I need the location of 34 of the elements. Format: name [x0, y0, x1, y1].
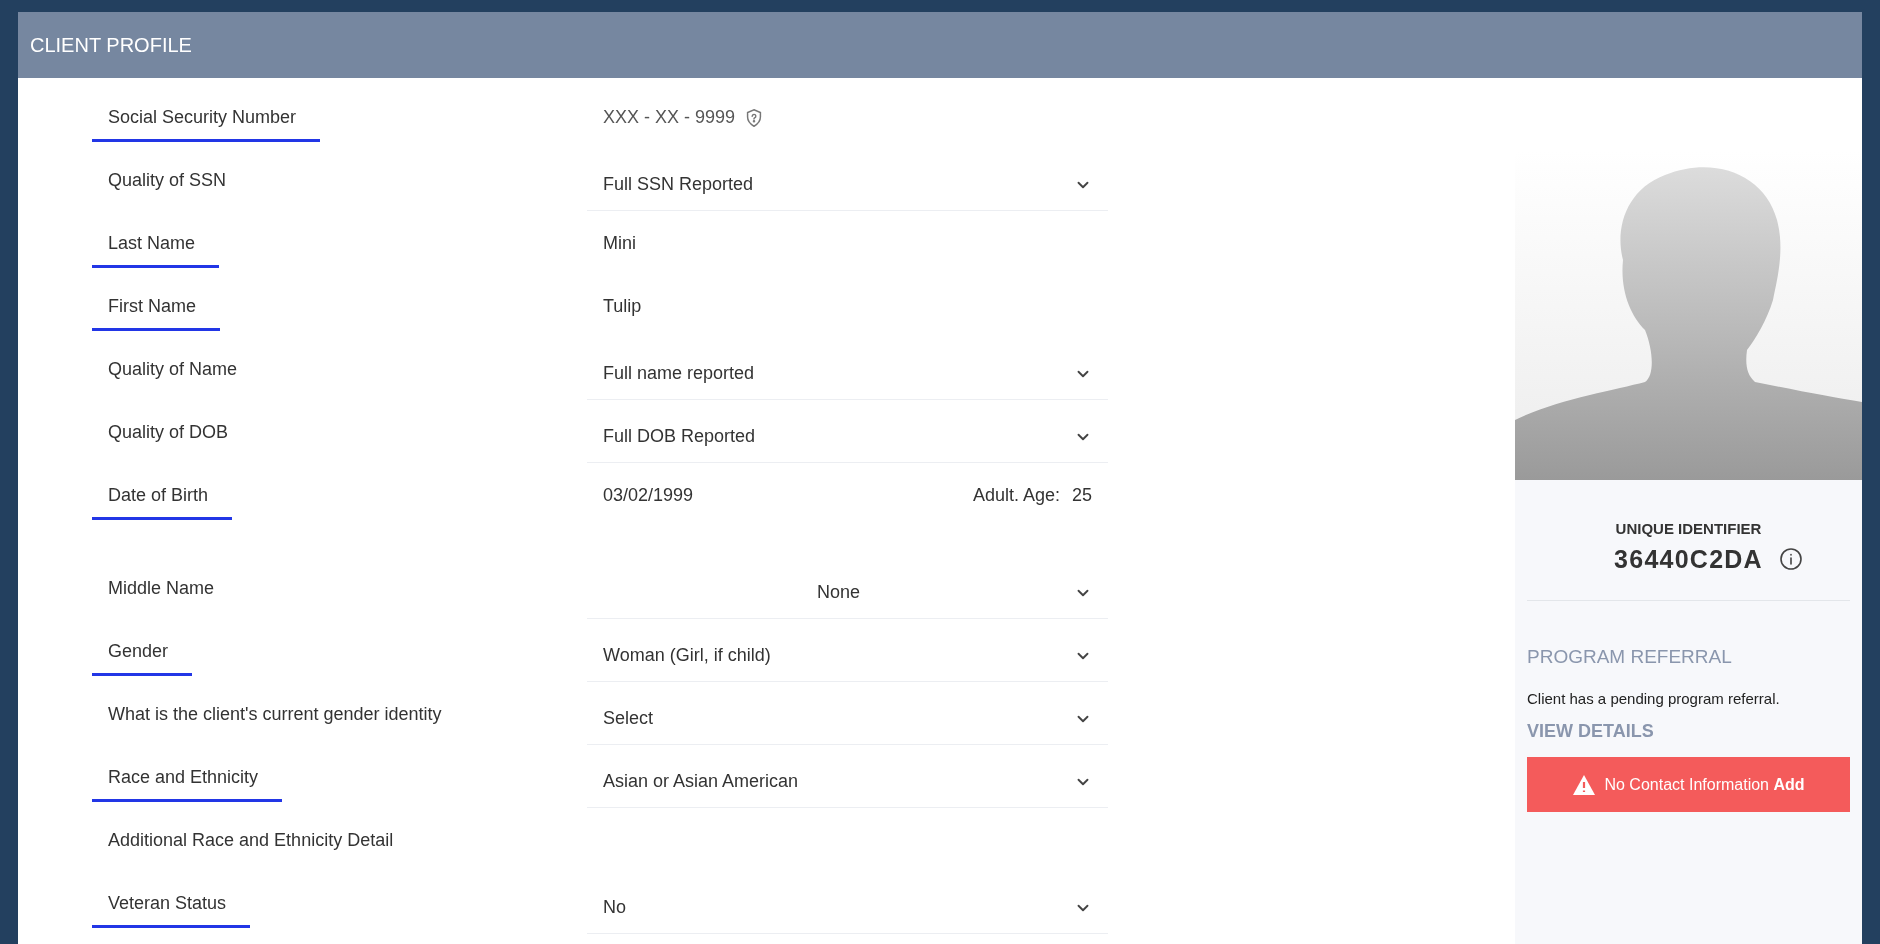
dropdown-field[interactable]: No	[587, 890, 1108, 934]
field-label: What is the client's current gender identity	[107, 703, 443, 726]
identifier-label: UNIQUE IDENTIFIER	[1615, 519, 1762, 539]
field-label: Social Security Number	[92, 104, 321, 142]
field-value: Mini	[602, 233, 637, 253]
field-label: Quality of SSN	[107, 169, 228, 192]
identifier-value: 36440C2DA	[1614, 543, 1763, 575]
field-label: First Name	[92, 293, 220, 331]
field-label: Veteran Status	[92, 890, 251, 928]
warning-icon	[1572, 773, 1597, 796]
dropdown-field[interactable]: Select	[587, 701, 1108, 745]
panel-title: CLIENT PROFILE	[30, 33, 192, 58]
field-label: Middle Name	[107, 577, 216, 600]
dropdown-field[interactable]: Full SSN Reported	[587, 167, 1108, 211]
info-icon[interactable]	[1778, 547, 1803, 572]
dropdown-field[interactable]: Full name reported	[587, 356, 1108, 400]
dropdown-field[interactable]: Woman (Girl, if child)	[587, 638, 1108, 682]
referral-message: Client has a pending program referral.	[1527, 688, 1780, 709]
field-label: Gender	[92, 638, 193, 676]
field-label: Date of Birth	[92, 482, 233, 520]
field-label: Quality of DOB	[107, 421, 230, 444]
section-heading: PROGRAM REFERRAL	[1527, 645, 1732, 669]
date-of-birth-value: 03/02/1999	[603, 484, 694, 507]
field-label: Quality of Name	[107, 358, 239, 381]
field-label: Additional Race and Ethnicity Detail	[107, 829, 395, 852]
field-label: Last Name	[92, 230, 220, 268]
dropdown-field[interactable]: None	[587, 575, 1108, 619]
field-value: Tulip	[602, 296, 643, 316]
age-label: Adult. Age:	[972, 484, 1060, 507]
dropdown-field[interactable]: Asian or Asian American	[587, 764, 1108, 808]
ssn-value: XXX - XX - 9999	[603, 106, 736, 129]
age-value: 25	[1071, 484, 1092, 507]
field-label: Race and Ethnicity	[92, 764, 283, 802]
dropdown-field[interactable]: Full DOB Reported	[587, 419, 1108, 463]
